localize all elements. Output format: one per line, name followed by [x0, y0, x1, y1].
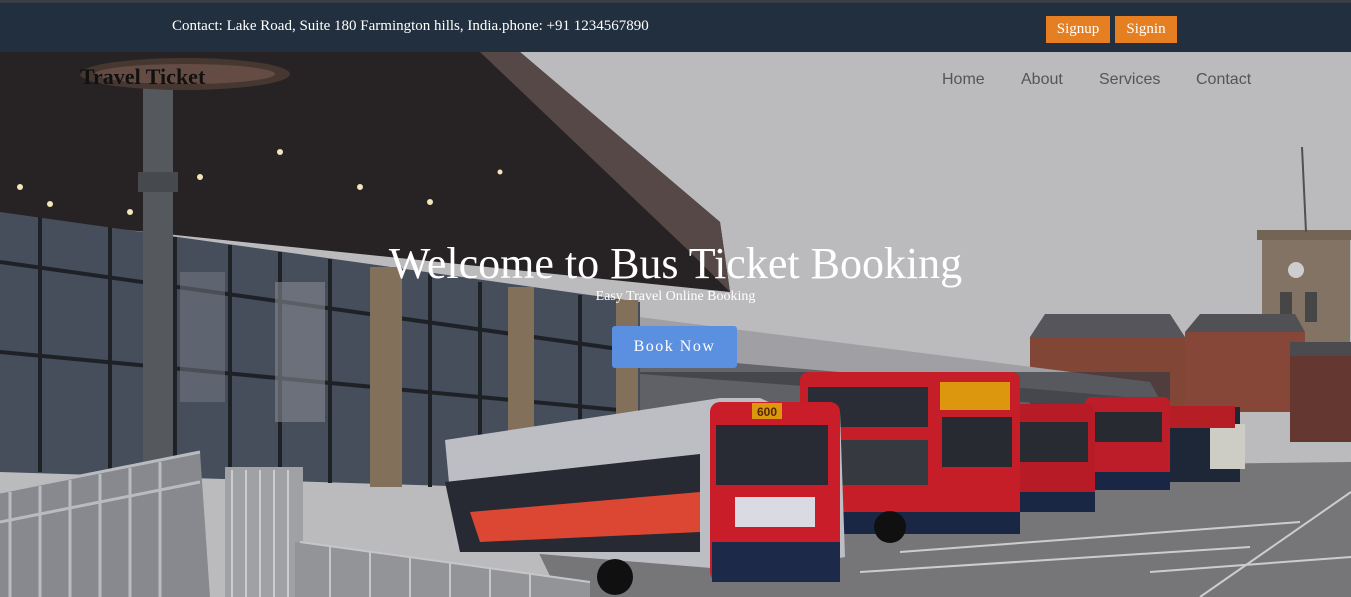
top-contact-bar: Contact: Lake Road, Suite 180 Farmington… — [0, 0, 1351, 52]
signin-button[interactable]: Signin — [1115, 16, 1177, 43]
hero-title: Welcome to Bus Ticket Booking — [388, 239, 963, 288]
hero-section: 600 Travel Ticket Home About Services Co… — [0, 52, 1351, 597]
nav-home[interactable]: Home — [942, 71, 985, 89]
contact-info: Contact: Lake Road, Suite 180 Farmington… — [172, 18, 649, 34]
nav-services[interactable]: Services — [1099, 71, 1160, 89]
bus-station-photo: 600 — [0, 52, 1351, 597]
hero-subtitle: Easy Travel Online Booking — [595, 289, 756, 304]
brand-logo[interactable]: Travel Ticket — [80, 64, 205, 90]
signup-button[interactable]: Signup — [1046, 16, 1110, 43]
nav-contact[interactable]: Contact — [1196, 71, 1251, 89]
book-now-button[interactable]: Book Now — [612, 326, 737, 368]
nav-about[interactable]: About — [1021, 71, 1063, 89]
